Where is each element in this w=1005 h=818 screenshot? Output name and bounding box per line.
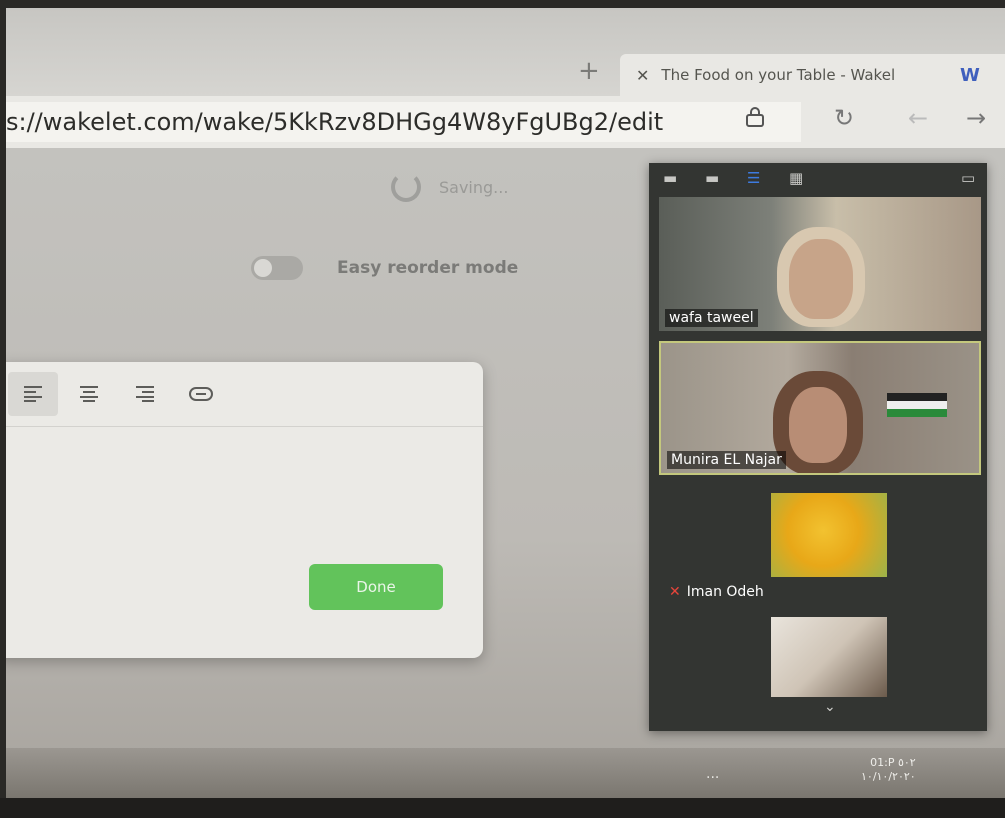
monitor-screen: + ✕ The Food on your Table - Wakel W s:/… [6,8,1005,798]
reload-icon[interactable]: ↻ [834,104,854,132]
new-tab-button[interactable]: + [578,56,600,86]
participant-tile[interactable]: ✕ Iman Odeh [659,485,981,605]
participant-avatar-photo [771,617,887,697]
forward-icon[interactable]: → [966,104,986,132]
speaker-view-icon[interactable]: ☰ [747,169,760,187]
participant-tile[interactable]: ⌄ [659,613,981,725]
url-field[interactable]: s://wakelet.com/wake/5KkRzv8DHGg4W8yFgUB… [6,102,801,142]
wakelet-favicon-icon: W [960,64,980,86]
align-center-icon [80,386,98,402]
saving-indicator: Saving... [391,172,508,202]
muted-mic-icon: ✕ [669,584,681,600]
minimize-icon[interactable]: ▬ [663,169,677,187]
flag-poster [887,393,947,417]
system-clock[interactable]: 01:P ٥٠٢ ١٠/١٠/٢٠٢٠ [861,756,916,784]
link-icon [189,387,213,401]
view-controls: ▬ ▬ ☰ ▦ ▭ [649,163,987,193]
text-editor-card: Done [6,362,483,658]
monitor-bezel [0,798,1005,818]
lock-icon[interactable] [744,106,766,134]
participant-name: wafa taweel [665,309,758,327]
active-tab[interactable]: ✕ The Food on your Table - Wakel W [620,54,1005,96]
scroll-down-icon[interactable]: ⌄ [824,699,836,715]
participant-name: Munira EL Najar [667,451,786,469]
spinner-icon [391,172,421,202]
tab-title: The Food on your Table - Wakel [661,66,896,84]
link-button[interactable] [176,372,226,416]
easy-reorder-label: Easy reorder mode [337,258,519,278]
thumbnail-view-icon[interactable]: ▬ [705,169,719,187]
participant-face [789,387,847,463]
align-center-button[interactable] [64,372,114,416]
gallery-view-icon[interactable]: ▦ [789,169,803,187]
easy-reorder-toggle[interactable] [251,256,303,280]
fullscreen-icon[interactable]: ▭ [961,169,975,187]
done-button[interactable]: Done [309,564,443,610]
participant-avatar-flower [771,493,887,577]
taskbar: ... 01:P ٥٠٢ ١٠/١٠/٢٠٢٠ [6,748,1005,798]
participant-tile[interactable]: wafa taweel [659,197,981,331]
back-icon[interactable]: ← [908,104,928,132]
participant-tile-active[interactable]: Munira EL Najar [659,341,981,475]
saving-label: Saving... [439,177,509,197]
clock-date: ١٠/١٠/٢٠٢٠ [861,770,916,783]
clock-time: 01:P ٥٠٢ [870,756,916,769]
address-bar: s://wakelet.com/wake/5KkRzv8DHGg4W8yFgUB… [6,96,1005,148]
align-left-icon [24,386,42,402]
close-tab-icon[interactable]: ✕ [636,66,649,85]
participant-name: Iman Odeh [686,584,764,600]
video-call-panel: ▬ ▬ ☰ ▦ ▭ wafa taweel Munira EL Najar ✕ I… [649,163,987,731]
overflow-dots[interactable]: ... [706,766,719,782]
align-right-button[interactable] [120,372,170,416]
easy-reorder-toggle-row: Easy reorder mode [251,256,518,280]
participant-name-row: ✕ Iman Odeh [665,583,768,601]
browser-tab-strip: + ✕ The Food on your Table - Wakel W [6,8,1005,96]
editor-toolbar [6,362,483,427]
align-right-icon [136,386,154,402]
align-left-button[interactable] [8,372,58,416]
participant-face [789,239,853,319]
